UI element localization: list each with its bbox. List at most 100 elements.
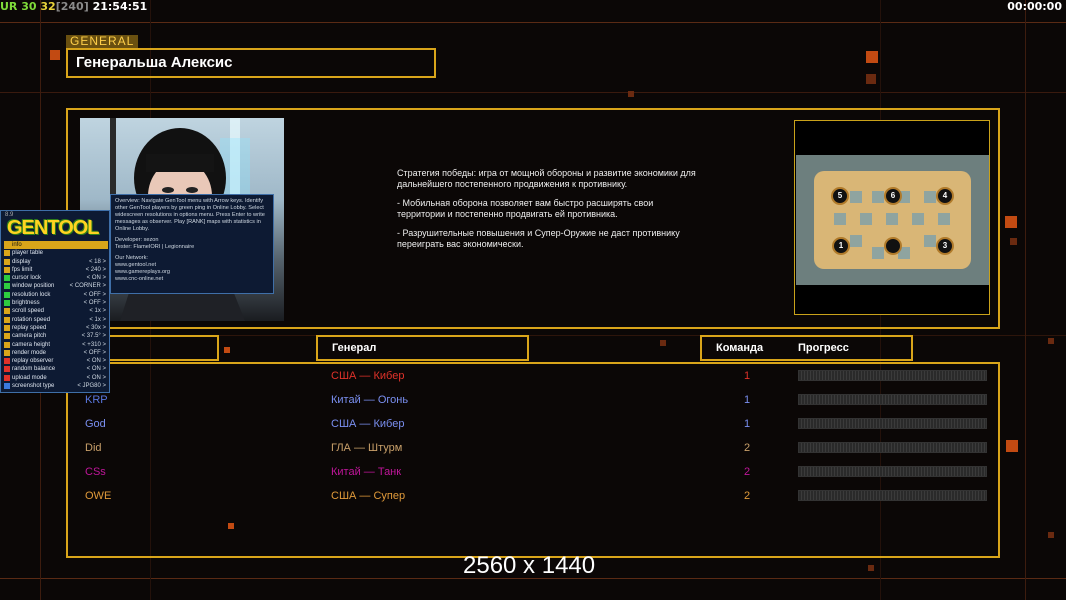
help-link[interactable]: www.gentool.net [115,262,269,269]
menu-item-value: < ON > [86,366,106,373]
player-name: CSs [85,466,106,478]
general-tag: GENERAL [66,35,139,48]
strategy-paragraph: - Разрушительные повышения и Супер-Оружи… [397,228,680,249]
menu-item-label: rotation speed [12,316,51,323]
map-start-2 [884,237,902,255]
progress-bar [798,394,987,405]
menu-item-swatch [4,333,10,340]
gentool-menu-item[interactable]: replay speed < 30x > [4,324,108,332]
menu-item-label: brightness [12,300,40,307]
gentool-menu-item[interactable]: cursor lock < ON > [4,274,108,282]
menu-item-swatch [4,324,10,331]
player-name: KRP [85,394,108,406]
menu-item-value: < ON > [86,358,106,365]
menu-item-label: camera pitch [12,333,47,340]
progress-bar [798,466,987,477]
help-tester: Tester: FlameIORI | Legionnaire [115,244,195,250]
table-row: США — Кибер 1 [85,366,990,386]
map-start-1: 1 [832,237,850,255]
gentool-menu-list: info player table display < 18 > fps limit < … [4,241,108,390]
menu-item-swatch [4,316,10,323]
menu-item-swatch [4,250,10,257]
clock: 21:54:51 [92,0,148,13]
team-header-label: Команда [716,342,764,354]
menu-item-value: < ON > [86,275,106,282]
help-network-title: Our Network: [115,255,148,261]
menu-item-swatch [4,275,10,282]
map-start-6: 6 [884,187,902,205]
gentool-menu-item[interactable]: scroll speed < 1x > [4,307,108,315]
table-row: God США — Кибер 1 [85,414,990,434]
table-row: CSs Китай — Танк 2 [85,462,990,482]
player-team: 1 [744,418,751,430]
player-team: 2 [744,442,751,454]
menu-item-value: < ON > [86,374,106,381]
resolution-label: 2560 x 1440 [463,552,596,579]
menu-item-swatch [4,308,10,315]
gentool-menu-item[interactable]: upload mode < ON > [4,374,108,382]
menu-item-swatch [4,258,10,265]
gentool-menu-item[interactable]: replay observer < ON > [4,357,108,365]
menu-item-label: screenshot type [12,383,55,390]
table-row: KRP Китай — Огонь 1 [85,390,990,410]
fps-average: 32 [40,0,56,13]
progress-bar [798,418,987,429]
menu-item-label: render mode [12,349,47,356]
gentool-menu-item[interactable]: info [4,241,108,250]
menu-item-label: random balance [12,366,56,373]
progress-bar [798,370,987,381]
menu-item-value: < 18 > [88,258,106,265]
gentool-menu-item[interactable]: render mode < OFF > [4,349,108,357]
player-general: ГЛА — Штурм [331,442,403,454]
table-row: OWE США — Супер 2 [85,486,990,506]
menu-item-label: display [12,258,31,265]
menu-item-label: replay speed [12,324,47,331]
menu-item-swatch [4,242,10,248]
general-column-header: Генерал [316,335,529,361]
menu-item-label: scroll speed [12,308,45,315]
progress-bar [798,490,987,501]
player-general: Китай — Огонь [331,394,409,406]
menu-item-swatch [4,291,10,298]
table-row: Did ГЛА — Штурм 2 [85,438,990,458]
gentool-menu-item[interactable]: window position < CORNER > [4,282,108,290]
help-developer: Developer: xezon [115,237,159,243]
player-team: 2 [744,490,751,502]
menu-item-swatch [4,300,10,307]
menu-item-value: < 240 > [85,266,106,273]
ur-label: UR [0,0,18,13]
menu-item-swatch [4,366,10,373]
gentool-menu-item[interactable]: camera height < +310 > [4,341,108,349]
menu-item-value: < 1x > [89,308,106,315]
gentool-menu-item[interactable]: camera pitch < 37.5° > [4,332,108,340]
general-name: Генеральша Алексис [66,48,436,78]
menu-item-value: < 37.5° > [81,333,106,340]
gentool-menu-item[interactable]: fps limit < 240 > [4,266,108,274]
gentool-menu-item[interactable]: rotation speed < 1x > [4,316,108,324]
player-team: 1 [744,370,751,382]
game-timer: 00:00:00 [1007,0,1062,13]
menu-item-value: < CORNER > [69,283,106,290]
gentool-menu-item[interactable]: player table [4,249,108,257]
menu-item-label: player table [12,250,44,257]
gentool-menu-item[interactable]: random balance < ON > [4,365,108,373]
fps-current: 30 [21,0,37,13]
gentool-menu-item[interactable]: screenshot type < JPG80 > [4,382,108,390]
menu-item-label: camera height [12,341,51,348]
player-team: 1 [744,394,751,406]
general-header-label: Генерал [332,342,377,354]
gentool-menu-item[interactable]: resolution lock < OFF > [4,291,108,299]
help-link[interactable]: www.cnc-online.net [115,276,269,283]
menu-item-label: fps limit [12,266,33,273]
menu-item-label: resolution lock [12,291,51,298]
progress-header-label: Прогресс [798,342,849,354]
map-preview[interactable]: 5 6 4 1 3 [796,155,989,285]
player-general: США — Кибер [331,370,405,382]
help-link[interactable]: www.gamereplays.org [115,269,269,276]
gentool-menu-item[interactable]: brightness < OFF > [4,299,108,307]
strategy-paragraph: - Мобильная оборона позволяет вам быстро… [397,198,654,219]
menu-item-value: < OFF > [83,349,106,356]
gentool-menu-item[interactable]: display < 18 > [4,258,108,266]
fps-cap: [240] [55,0,89,13]
menu-item-swatch [4,266,10,273]
